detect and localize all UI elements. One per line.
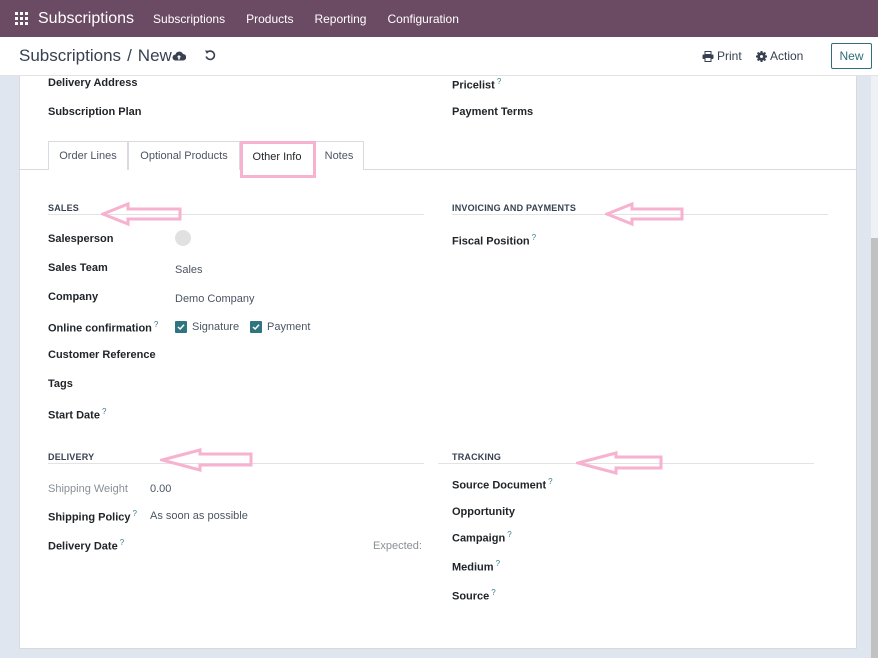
tab-order-lines[interactable]: Order Lines xyxy=(48,141,128,170)
campaign-label: Campaign? xyxy=(452,530,512,545)
tracking-section-divider xyxy=(438,463,814,464)
delivery-section-divider xyxy=(48,463,424,464)
checkmark-icon xyxy=(252,324,260,331)
menu-products[interactable]: Products xyxy=(246,12,293,26)
medium-label: Medium? xyxy=(452,559,500,574)
salesperson-avatar[interactable] xyxy=(175,230,191,246)
form-sheet: Delivery Address Subscription Plan Price… xyxy=(19,76,857,649)
payment-label[interactable]: Payment xyxy=(267,321,310,333)
breadcrumb-current: New xyxy=(137,46,172,65)
pricelist-label: Pricelist? xyxy=(452,77,501,92)
company-field[interactable]: Demo Company xyxy=(175,293,254,305)
signature-checkbox[interactable] xyxy=(175,321,187,333)
control-panel: Subscriptions / New Print Action New xyxy=(0,37,878,76)
checkmark-icon xyxy=(177,324,185,331)
menu-subscriptions[interactable]: Subscriptions xyxy=(153,12,225,26)
action-button[interactable]: Action xyxy=(756,49,803,63)
help-icon[interactable]: ? xyxy=(154,320,158,329)
online-confirmation-label: Online confirmation? xyxy=(48,320,158,335)
cloud-upload-save-icon[interactable] xyxy=(172,50,186,62)
delivery-address-label: Delivery Address xyxy=(48,77,138,89)
start-date-label: Start Date? xyxy=(48,407,106,422)
tab-notes[interactable]: Notes xyxy=(314,141,364,170)
salesperson-label: Salesperson xyxy=(48,233,114,245)
shipping-policy-label: Shipping Policy? xyxy=(48,509,137,524)
print-button[interactable]: Print xyxy=(702,49,742,63)
breadcrumb-parent[interactable]: Subscriptions xyxy=(19,46,121,66)
fiscal-position-label-text: Fiscal Position xyxy=(452,235,530,248)
tags-label: Tags xyxy=(48,378,73,390)
subscription-plan-label: Subscription Plan xyxy=(48,106,142,118)
source-document-label-text: Source Document xyxy=(452,479,547,492)
fiscal-position-label: Fiscal Position? xyxy=(452,233,536,248)
apps-grid-icon[interactable] xyxy=(15,12,28,25)
sales-section-title: SALES xyxy=(48,203,80,213)
menu-configuration[interactable]: Configuration xyxy=(387,12,458,26)
delivery-date-label-text: Delivery Date xyxy=(48,540,118,553)
payment-checkbox[interactable] xyxy=(250,321,262,333)
help-icon[interactable]: ? xyxy=(120,538,124,547)
breadcrumb-separator: / xyxy=(127,46,132,65)
medium-label-text: Medium xyxy=(452,561,494,574)
start-date-label-text: Start Date xyxy=(48,409,100,422)
online-confirmation-label-text: Online confirmation xyxy=(48,322,152,335)
tab-optional-products[interactable]: Optional Products xyxy=(128,141,240,170)
help-icon[interactable]: ? xyxy=(102,407,106,416)
help-icon[interactable]: ? xyxy=(491,588,495,597)
sales-team-field[interactable]: Sales xyxy=(175,264,203,276)
print-label: Print xyxy=(717,49,742,63)
sales-section-divider xyxy=(48,214,424,215)
discard-undo-icon[interactable] xyxy=(204,49,216,61)
delivery-section-title: DELIVERY xyxy=(48,452,95,462)
pricelist-label-text: Pricelist xyxy=(452,79,495,92)
breadcrumb: Subscriptions / New xyxy=(19,46,172,66)
invoicing-section-title: INVOICING AND PAYMENTS xyxy=(452,203,577,213)
shipping-weight-value: 0.00 xyxy=(150,483,172,495)
opportunity-label: Opportunity xyxy=(452,506,515,518)
source-label-text: Source xyxy=(452,590,490,603)
vertical-scrollbar[interactable] xyxy=(871,76,878,658)
invoicing-section-divider xyxy=(452,214,828,215)
source-document-label: Source Document? xyxy=(452,477,553,492)
tab-other-info[interactable]: Other Info xyxy=(240,141,314,171)
action-label: Action xyxy=(770,49,804,63)
customer-reference-label: Customer Reference xyxy=(48,349,156,361)
help-icon[interactable]: ? xyxy=(133,509,137,518)
shipping-weight-label: Shipping Weight xyxy=(48,483,128,495)
expected-date-label: Expected: xyxy=(373,540,422,552)
annotation-arrow-delivery xyxy=(160,448,253,472)
scrollbar-thumb[interactable] xyxy=(871,238,878,658)
help-icon[interactable]: ? xyxy=(532,233,536,242)
shipping-policy-label-text: Shipping Policy xyxy=(48,511,131,524)
gear-icon xyxy=(756,50,767,62)
new-button[interactable]: New xyxy=(831,43,872,69)
printer-icon xyxy=(702,50,714,62)
top-navbar: Subscriptions Subscriptions Products Rep… xyxy=(0,0,878,37)
company-label: Company xyxy=(48,291,99,303)
source-label: Source? xyxy=(452,588,496,603)
payment-terms-label: Payment Terms xyxy=(452,106,534,118)
campaign-label-text: Campaign xyxy=(452,532,506,545)
tracking-section-title: TRACKING xyxy=(452,452,502,462)
sales-team-label: Sales Team xyxy=(48,262,108,274)
help-icon[interactable]: ? xyxy=(496,559,500,568)
menu-reporting[interactable]: Reporting xyxy=(314,12,366,26)
help-icon[interactable]: ? xyxy=(507,530,511,539)
shipping-policy-field[interactable]: As soon as possible xyxy=(150,510,248,522)
signature-label[interactable]: Signature xyxy=(192,321,239,333)
app-brand[interactable]: Subscriptions xyxy=(38,10,134,28)
help-icon[interactable]: ? xyxy=(548,477,552,486)
delivery-date-label: Delivery Date? xyxy=(48,538,124,553)
help-icon[interactable]: ? xyxy=(497,77,501,86)
